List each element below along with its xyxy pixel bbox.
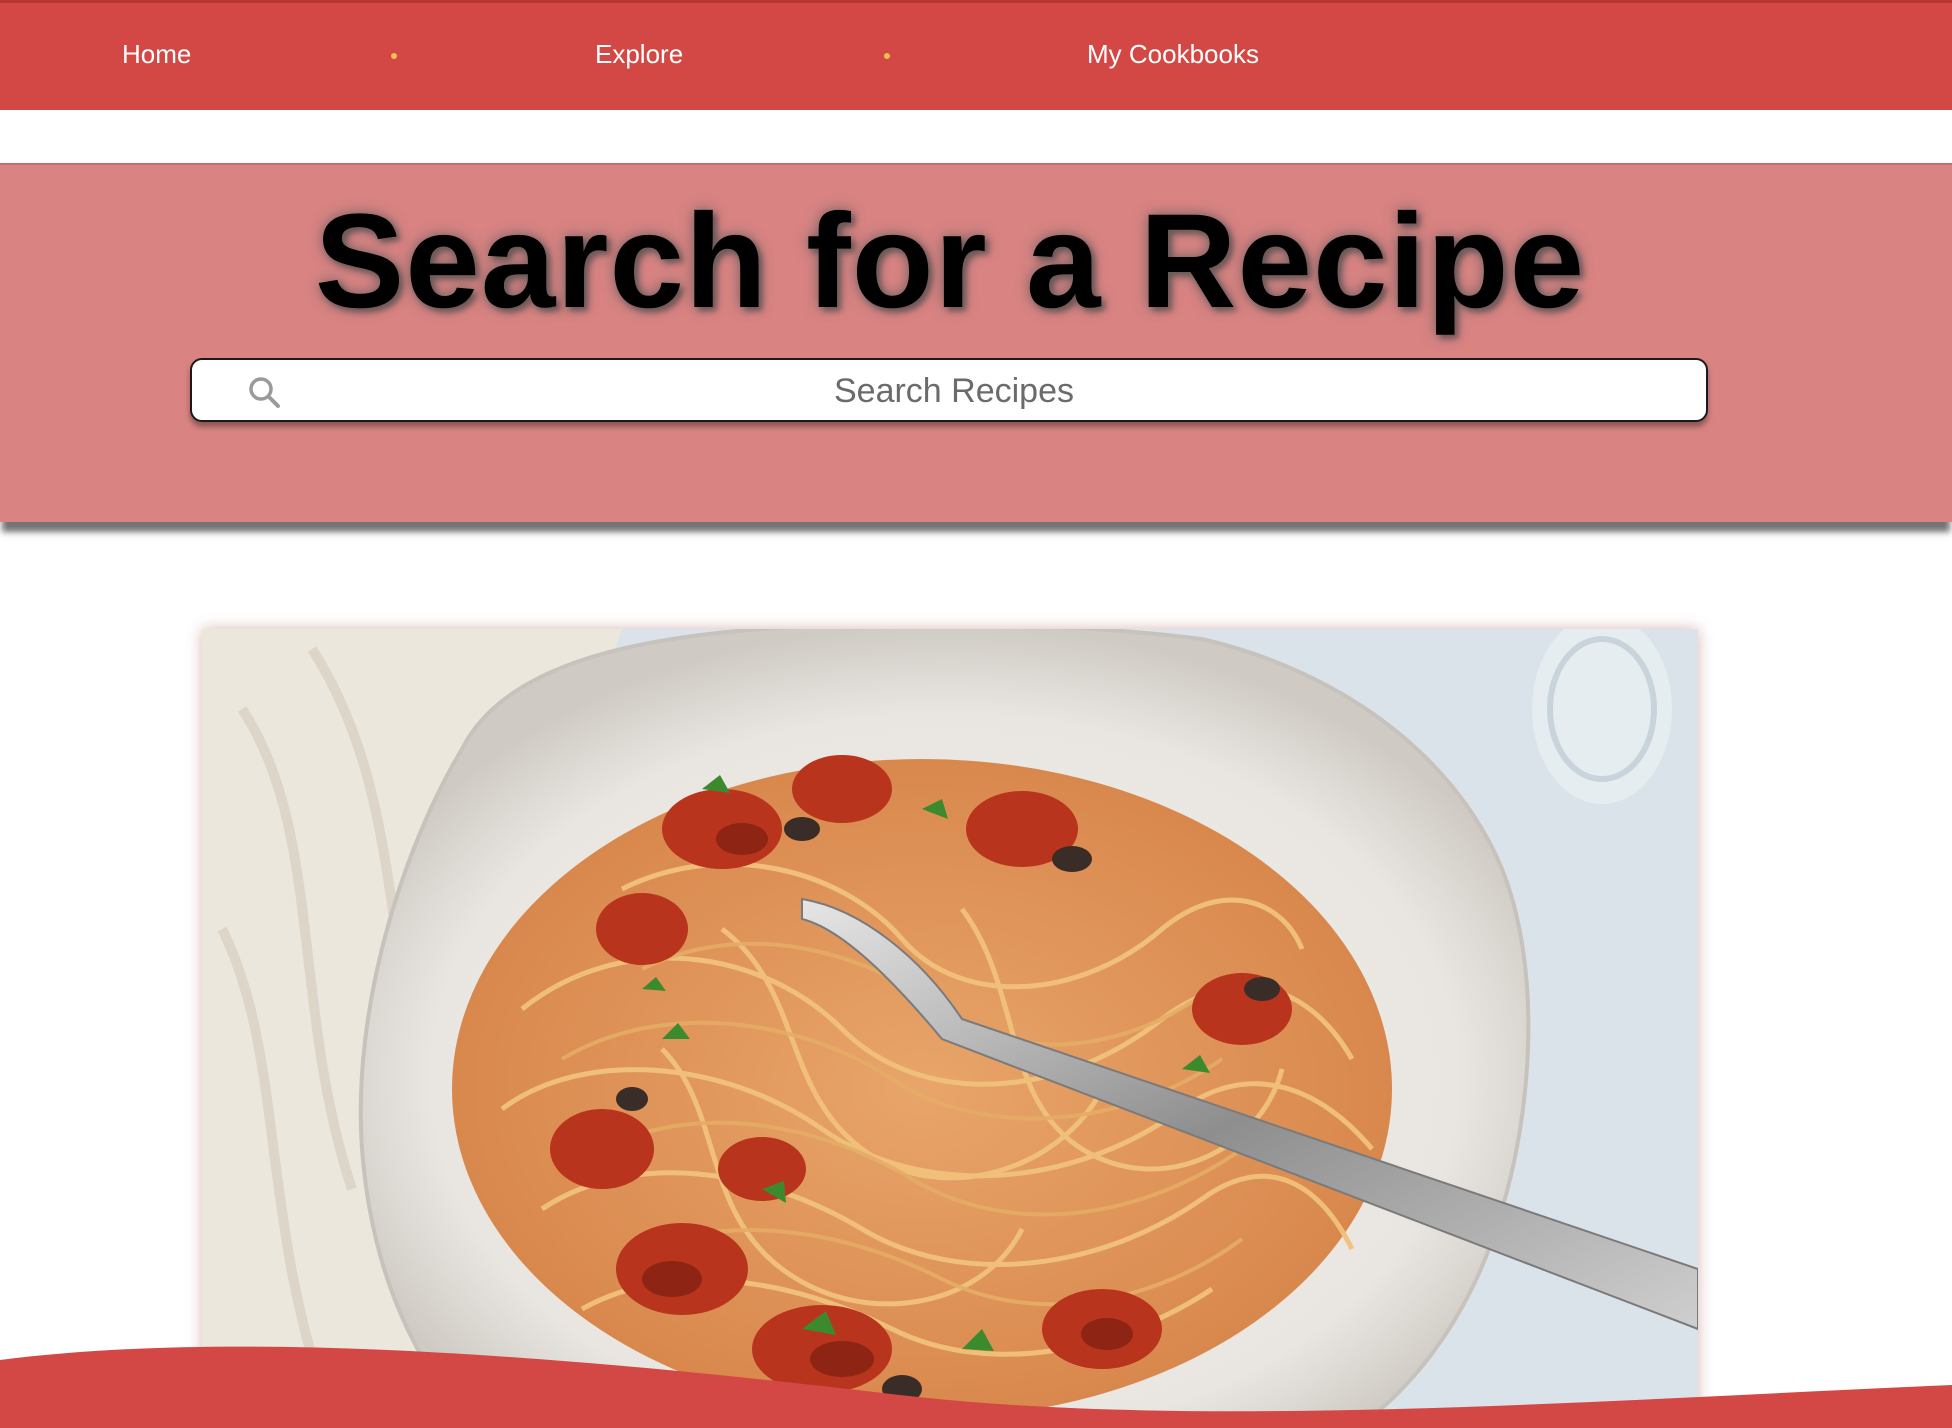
nav-link-my-cookbooks[interactable]: My Cookbooks [1087, 39, 1259, 70]
featured-recipe-image[interactable] [202, 629, 1698, 1428]
nav-separator-dot [884, 53, 890, 59]
spaghetti-illustration [202, 629, 1698, 1428]
nav-link-explore[interactable]: Explore [595, 39, 683, 70]
page-title: Search for a Recipe [314, 187, 1586, 336]
search-icon [249, 377, 280, 408]
bottom-wave-decoration [0, 1346, 1952, 1428]
nav-link-home[interactable]: Home [122, 39, 191, 70]
search-input[interactable] [302, 368, 1606, 414]
nav-separator-dot [391, 53, 397, 59]
search-bar[interactable] [190, 358, 1708, 422]
search-hero: Search for a Recipe [0, 163, 1952, 522]
top-navigation: Home Explore My Cookbooks [0, 0, 1952, 110]
recipe-search-page: Home Explore My Cookbooks Search for a R… [0, 0, 1952, 1428]
